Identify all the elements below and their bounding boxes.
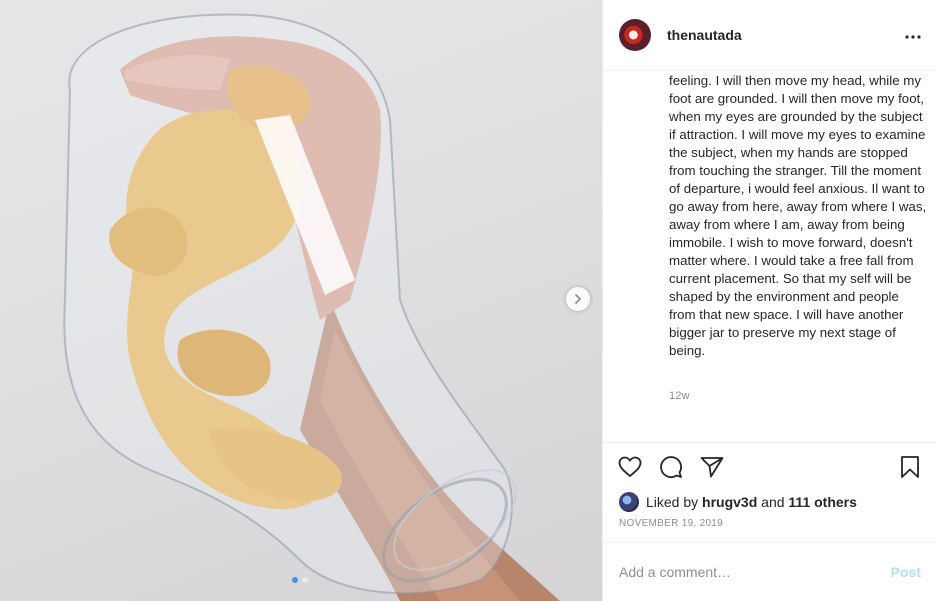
share-button[interactable]	[699, 454, 725, 480]
more-options-button[interactable]	[905, 26, 921, 44]
instagram-post: thenautada feeling. I will then move my …	[0, 0, 937, 601]
post-image[interactable]	[0, 0, 602, 601]
post-sidebar: thenautada feeling. I will then move my …	[602, 0, 937, 601]
post-comment-button[interactable]: Post	[891, 564, 921, 580]
caption-text: feeling. I will then move my head, while…	[669, 73, 927, 358]
comment-form: Post	[603, 542, 937, 601]
carousel-dot-active	[292, 577, 298, 583]
post-header: thenautada	[603, 0, 937, 71]
ellipsis-icon	[905, 35, 921, 39]
avatar[interactable]	[619, 19, 651, 51]
carousel-indicator	[292, 577, 308, 583]
carousel-dot	[302, 577, 308, 583]
next-image-button[interactable]	[566, 287, 590, 311]
bookmark-icon	[901, 455, 919, 478]
comment-button[interactable]	[658, 454, 684, 480]
save-button[interactable]	[897, 454, 923, 480]
username-link[interactable]: thenautada	[667, 27, 905, 43]
likes-and: and	[761, 494, 785, 510]
comment-input[interactable]	[619, 564, 891, 580]
likes-summary: Liked by hrugv3d and 111 others	[603, 490, 937, 514]
heart-icon	[618, 456, 642, 477]
comments-scroll-area[interactable]: feeling. I will then move my head, while…	[603, 71, 937, 443]
liker-avatar[interactable]	[619, 492, 639, 512]
caption-time-ago[interactable]: 12w	[669, 390, 690, 402]
likes-prefix: Liked by	[646, 494, 699, 510]
like-button[interactable]	[617, 454, 643, 480]
speech-bubble-icon	[660, 455, 682, 478]
paper-plane-icon	[700, 456, 724, 477]
photo-jar-with-figure	[63, 13, 560, 601]
likes-others-link[interactable]: 111 others	[788, 494, 857, 510]
post-date[interactable]: NOVEMBER 19, 2019	[603, 514, 937, 542]
liker-username[interactable]: hrugv3d	[702, 494, 757, 510]
chevron-right-icon	[575, 294, 581, 304]
action-bar	[603, 443, 937, 490]
